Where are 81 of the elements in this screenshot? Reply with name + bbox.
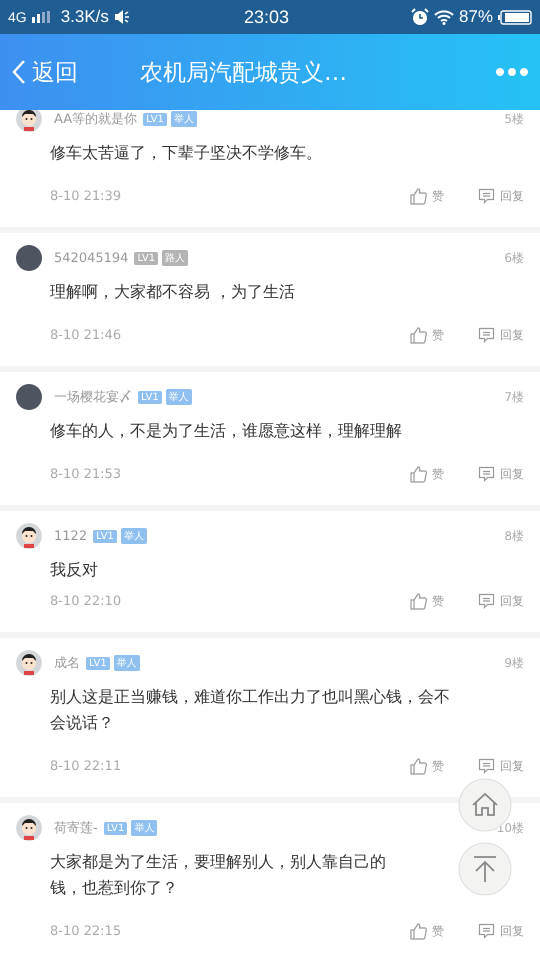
comment-icon — [478, 327, 495, 344]
thumbs-up-icon — [410, 188, 427, 205]
comment-text: 别人这是正当赚钱，难道你工作出力了也叫黑心钱，会不 — [49, 686, 451, 708]
level-tag: LV1 — [134, 252, 158, 264]
avatar-icon[interactable] — [16, 650, 42, 676]
like-button[interactable]: 赞 — [410, 923, 444, 940]
back-chevron-icon — [12, 59, 26, 85]
like-button[interactable]: 赞 — [410, 593, 444, 610]
comment-time: 8-10 22:11 — [50, 759, 122, 774]
comment-text: 修车的人，不是为了生活，谁愿意这样，理解理解 — [49, 420, 403, 442]
comment-icon — [478, 593, 495, 610]
level-tag: LV1 — [138, 390, 162, 404]
user-name[interactable]: 542045194 — [54, 250, 128, 266]
comment-time: 8-10 22:15 — [50, 924, 122, 939]
back-to-top-icon[interactable] — [458, 842, 512, 896]
level-tag: 举人 — [166, 389, 192, 405]
floor-number: 7楼 — [504, 388, 524, 406]
like-button[interactable]: 赞 — [410, 466, 444, 483]
like-button[interactable]: 赞 — [410, 188, 444, 205]
back-button[interactable]: 返回 — [12, 56, 78, 88]
comment-icon — [478, 466, 495, 483]
level-tag: 路人 — [162, 250, 188, 266]
comment-text: 我反对 — [49, 559, 99, 581]
reply-button[interactable]: 回复 — [478, 923, 524, 940]
reply-button[interactable]: 回复 — [478, 327, 524, 344]
thumbs-up-icon — [410, 758, 427, 775]
user-name[interactable]: 一场樱花宴〆 — [54, 388, 132, 406]
floor-number: 9楼 — [504, 654, 524, 672]
network-speed: 3.3K/s — [60, 7, 109, 27]
level-tag: LV1 — [86, 656, 110, 670]
comment-icon — [478, 758, 495, 775]
level-tag: 举人 — [170, 111, 197, 127]
user-name[interactable]: AA等的就是你 — [54, 110, 138, 128]
user-name[interactable]: 荷寄莲- — [54, 819, 98, 837]
page-title: 农机局汽配城贵义… — [140, 58, 348, 88]
wifi-icon — [434, 10, 454, 24]
battery-icon — [498, 10, 532, 24]
network-type: 4G — [8, 9, 27, 25]
floor-number: 8楼 — [504, 528, 524, 544]
floor-number: 5楼 — [504, 110, 524, 128]
comment-text: 会说话？ — [49, 712, 115, 734]
thumbs-up-icon — [410, 327, 427, 344]
avatar-photo[interactable] — [16, 384, 42, 410]
speaker-icon — [114, 10, 130, 24]
comment-time: 8-10 22:10 — [50, 594, 122, 609]
comment-text: 大家都是为了生活，要理解别人，别人靠自己的 — [49, 851, 387, 873]
reply-button[interactable]: 回复 — [478, 466, 524, 483]
home-icon[interactable] — [458, 778, 512, 832]
avatar-photo[interactable] — [16, 245, 42, 271]
floor-number: 10楼 — [496, 820, 524, 836]
comment-time: 8-10 21:46 — [50, 328, 122, 343]
reply-button[interactable]: 回复 — [478, 593, 524, 610]
comment-icon — [478, 188, 495, 205]
user-name[interactable]: 成名 — [54, 654, 80, 672]
clock-time: 23:03 — [244, 6, 290, 28]
level-tag: LV1 — [93, 530, 117, 542]
comment-text: 理解啊，大家都不容易 ，为了生活 — [49, 281, 296, 303]
level-tag: LV1 — [104, 822, 128, 834]
reply-button[interactable]: 回复 — [478, 188, 524, 205]
comment-time: 8-10 21:53 — [50, 467, 122, 482]
level-tag: LV1 — [143, 112, 167, 126]
level-tag: 举人 — [131, 820, 158, 836]
user-name[interactable]: 1122 — [54, 528, 88, 544]
like-button[interactable]: 赞 — [410, 327, 444, 344]
comment-text: 修车太苦逼了，下辈子坚决不学修车。 — [49, 142, 323, 164]
battery-percent: 87% — [458, 7, 493, 27]
comment-time: 8-10 21:39 — [50, 189, 122, 204]
floor-number: 6楼 — [504, 250, 524, 266]
avatar-icon[interactable] — [16, 815, 42, 841]
like-button[interactable]: 赞 — [410, 758, 444, 775]
comment-text: 钱，也惹到你了？ — [49, 877, 179, 899]
level-tag: 举人 — [114, 655, 140, 671]
thumbs-up-icon — [410, 593, 427, 610]
reply-button[interactable]: 回复 — [478, 758, 524, 775]
avatar-icon[interactable] — [16, 523, 42, 549]
signal-icon — [32, 11, 50, 23]
level-tag: 举人 — [120, 528, 147, 544]
comment-icon — [478, 923, 495, 940]
thumbs-up-icon — [410, 923, 427, 940]
thumbs-up-icon — [410, 466, 427, 483]
alarm-icon — [410, 8, 429, 26]
